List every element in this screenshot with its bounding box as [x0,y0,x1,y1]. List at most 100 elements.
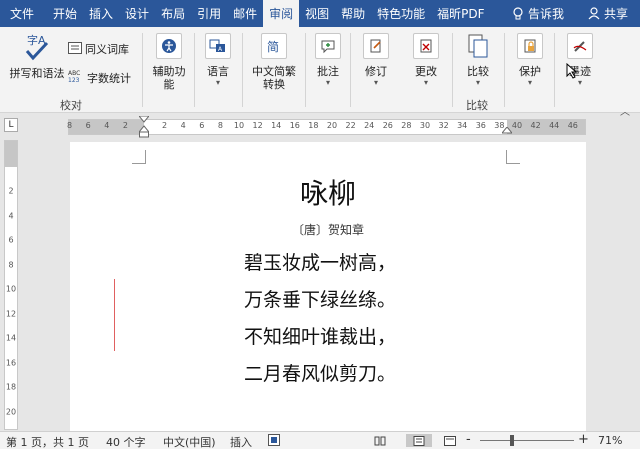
poem-title: 咏柳 [299,177,356,210]
ruler-tick: 24 [364,121,375,130]
macro-record-icon[interactable] [268,434,280,449]
tab-stop-icon: L [4,118,18,132]
chinese-conversion-button[interactable]: 简 中文简繁 转换 [246,33,302,91]
web-layout-icon[interactable] [442,434,458,447]
ruler-tick: 34 [457,121,468,130]
compare-icon [465,33,491,59]
tab-foxit-pdf[interactable]: 福昕PDF [431,0,490,27]
ruler-tick: 8 [217,121,223,130]
ruler-tick: 38 [494,121,505,130]
share-button[interactable]: 共享 [570,0,640,27]
tell-me-box[interactable]: 告诉我 [506,0,570,27]
chevron-down-icon: ▾ [215,78,220,87]
insert-mode[interactable]: 插入 [230,434,252,449]
ruler-tick: 18 [5,382,17,392]
language-icon: A [205,33,231,59]
page-count[interactable]: 第 1 页，共 1 页 [6,434,89,449]
indent-marker-icon[interactable] [137,115,151,141]
tab-design[interactable]: 设计 [119,0,155,27]
vertical-ruler[interactable]: 2 4 6 8 10 12 14 16 18 20 [4,140,18,430]
comment-icon [315,33,341,59]
horizontal-ruler[interactable]: 8 6 4 2 2 4 6 8 10 12 14 16 18 20 22 24 26 28 30 32 34 36 38 40… [67,115,586,138]
tab-mailings[interactable]: 邮件 [227,0,263,27]
collapse-ribbon-icon[interactable]: ︿ [620,103,630,118]
word-count[interactable]: 40 个字 [106,434,146,449]
language-button[interactable]: A 语言 ▾ [198,33,238,88]
chevron-down-icon: ▾ [325,78,330,87]
tracking-button[interactable]: 修订 ▾ [358,33,394,88]
zoom-slider[interactable] [480,440,574,441]
ruler-top-margin [5,141,17,167]
ruler-tick: 6 [199,121,205,130]
protect-label: 保护 [519,65,541,78]
zoom-level[interactable]: 71% [598,434,622,447]
protect-button[interactable]: 保护 ▾ [512,33,548,88]
accept-changes-icon [413,33,439,59]
svg-text:ABC: ABC [68,70,80,77]
ruler-tick: 4 [180,121,186,130]
print-layout-icon[interactable] [406,434,432,447]
ruler-tick: 42 [530,121,541,130]
read-mode-icon[interactable] [372,434,388,447]
word-count-button[interactable]: ABC 123 字数统计 [68,69,131,86]
document-page[interactable]: 咏柳 〔唐〕贺知章 碧玉妆成一树高， 万条垂下绿丝绦。 不知细叶谁裁出， 二月春… [70,142,586,432]
language-status[interactable]: 中文(中国) [163,434,216,449]
tracking-label: 修订 [365,65,387,78]
spelling-check-icon: 字A [21,33,53,63]
group-proofing-label: 校对 [60,99,82,112]
spelling-grammar-label: 拼写和语法 [9,67,65,80]
poem-line: 万条垂下绿丝绦。 [244,289,397,311]
ribbon-separator [350,33,351,107]
ribbon-separator [452,33,453,107]
ruler-tick: 46 [567,121,578,130]
ruler-tick: 18 [308,121,319,130]
ruler-tick: 16 [289,121,300,130]
chevron-down-icon: ▾ [475,78,480,87]
ribbon-separator [194,33,195,107]
vertical-scrollbar[interactable] [626,136,640,432]
ribbon-separator [142,33,143,107]
tab-insert[interactable]: 插入 [83,0,119,27]
changes-button[interactable]: 更改 ▾ [408,33,444,88]
change-bar [114,279,115,351]
word-count-label: 字数统计 [87,71,131,85]
ruler-tick: 30 [419,121,431,130]
zoom-out-button[interactable]: - [466,432,471,447]
ruler-tick: 22 [345,121,356,130]
status-bar: 第 1 页，共 1 页 40 个字 中文(中国) 插入 - + 71% [0,431,640,449]
accessibility-button[interactable]: 辅助功 能 [148,33,190,91]
poem-line: 二月春风似剪刀。 [244,363,397,385]
svg-text:字A: 字A [27,33,46,47]
spelling-grammar-button[interactable]: 字A 拼写和语法 [6,33,68,80]
chevron-down-icon: ▾ [373,78,378,87]
thesaurus-icon [68,41,82,57]
ruler-tick: 12 [5,309,17,318]
ruler-tick: 32 [438,121,449,130]
lightbulb-icon [512,6,524,21]
ribbon-separator [504,33,505,107]
chinese-convert-icon: 简 [261,33,287,59]
thesaurus-button[interactable]: 同义词库 [68,41,129,57]
comments-button[interactable]: 批注 ▾ [310,33,346,88]
tab-references[interactable]: 引用 [191,0,227,27]
tab-review[interactable]: 审阅 [263,0,300,27]
tab-special-features[interactable]: 特色功能 [371,0,431,27]
tab-file[interactable]: 文件 [0,0,47,27]
ruler-tab-selector[interactable]: L [0,114,22,136]
ruler-tick: 8 [8,260,14,269]
menu-spacer [491,0,506,27]
accessibility-label-2: 能 [163,78,175,91]
compare-button[interactable]: 比较 ▾ [460,33,496,88]
tab-layout[interactable]: 布局 [155,0,191,27]
ruler-tick: 10 [5,284,17,294]
compare-label: 比较 [467,65,489,78]
zoom-slider-thumb[interactable] [510,435,514,446]
tab-help[interactable]: 帮助 [335,0,371,27]
ruler-tick: 6 [85,121,91,130]
tab-home[interactable]: 开始 [47,0,83,27]
zoom-in-button[interactable]: + [578,432,589,447]
tab-view[interactable]: 视图 [299,0,335,27]
share-label: 共享 [603,7,628,21]
ruler-tick: 16 [5,358,17,367]
chevron-down-icon: ▾ [527,78,532,87]
